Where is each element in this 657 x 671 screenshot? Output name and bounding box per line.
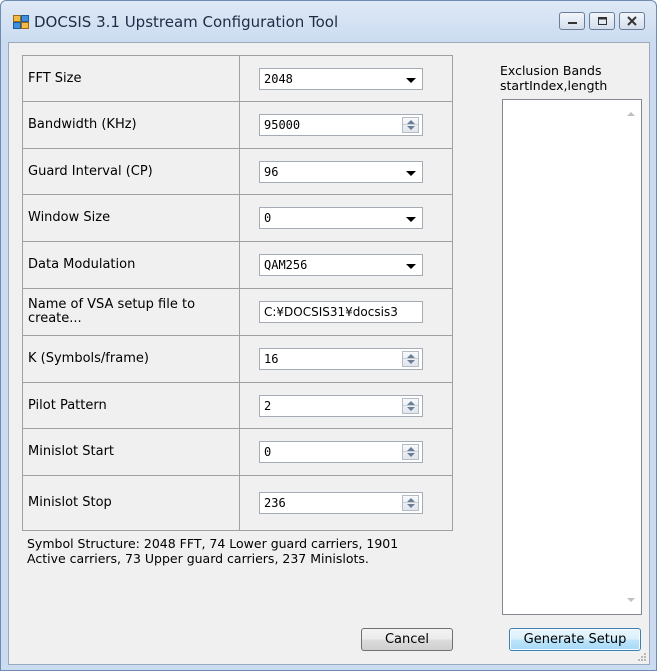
row-bandwidth: Bandwidth (KHz) 95000 [22, 101, 453, 149]
pilot-pattern-label: Pilot Pattern [22, 382, 240, 429]
minislot-start-spinner[interactable]: 0 [259, 441, 423, 463]
fft-size-dropdown[interactable]: 2048 [259, 67, 423, 90]
k-symbols-spinner[interactable]: 16 [259, 348, 423, 370]
minislot-stop-value: 236 [264, 496, 286, 510]
window-size-label: Window Size [22, 194, 240, 242]
row-minislot-start: Minislot Start 0 [22, 428, 453, 476]
generate-setup-button[interactable]: Generate Setup [509, 628, 641, 651]
row-data-modulation: Data Modulation QAM256 [22, 241, 453, 289]
vsa-file-value: C:¥DOCSIS31¥docsis3 [264, 305, 398, 319]
scroll-down-arrow-icon[interactable] [627, 598, 635, 602]
exclusion-bands-textarea[interactable] [502, 99, 642, 615]
spinner-arrows-icon[interactable] [402, 117, 419, 133]
minislot-stop-spinner[interactable]: 236 [259, 492, 423, 514]
title-bar[interactable]: DOCSIS 3.1 Upstream Configuration Tool [1, 1, 656, 41]
maximize-button[interactable] [589, 12, 615, 30]
spinner-arrows-icon[interactable] [402, 444, 419, 460]
dropdown-arrow-icon[interactable] [406, 264, 416, 269]
window-title: DOCSIS 3.1 Upstream Configuration Tool [34, 13, 339, 31]
row-k-symbols: K (Symbols/frame) 16 [22, 335, 453, 383]
summary-line-1: Symbol Structure: 2048 FFT, 74 Lower gua… [27, 536, 399, 551]
spinner-arrows-icon[interactable] [402, 397, 419, 414]
config-table: FFT Size 2048 Bandwidth (KHz) 95000 Guar… [22, 55, 453, 531]
data-modulation-label: Data Modulation [22, 241, 240, 289]
app-window-icon [13, 15, 29, 29]
resize-grip-icon[interactable] [637, 652, 647, 662]
close-button[interactable] [619, 12, 645, 30]
dropdown-arrow-icon[interactable] [406, 170, 416, 176]
scroll-up-arrow-icon[interactable] [627, 112, 635, 116]
dialog-body: FFT Size 2048 Bandwidth (KHz) 95000 Guar… [8, 42, 650, 665]
k-symbols-value: 16 [264, 352, 279, 366]
data-modulation-dropdown[interactable]: QAM256 [259, 254, 423, 276]
pilot-pattern-value: 2 [264, 398, 272, 413]
guard-interval-label: Guard Interval (CP) [22, 148, 240, 195]
close-icon [627, 16, 637, 26]
cancel-button[interactable]: Cancel [361, 628, 453, 651]
maximize-icon [598, 17, 607, 25]
guard-interval-value: 96 [264, 164, 279, 179]
window-size-dropdown[interactable]: 0 [259, 207, 423, 229]
row-fft-size: FFT Size 2048 [22, 55, 453, 102]
row-window-size: Window Size 0 [22, 194, 453, 242]
minimize-button[interactable] [559, 12, 585, 30]
spinner-arrows-icon[interactable] [402, 351, 419, 367]
dropdown-arrow-icon[interactable] [406, 217, 416, 222]
fft-size-label: FFT Size [22, 55, 240, 102]
symbol-structure-summary: Symbol Structure: 2048 FFT, 74 Lower gua… [27, 536, 447, 566]
exclusion-label-line-1: Exclusion Bands [500, 63, 602, 78]
row-guard-interval: Guard Interval (CP) 96 [22, 148, 453, 195]
minislot-start-value: 0 [264, 445, 272, 459]
bandwidth-value: 95000 [264, 118, 301, 132]
bandwidth-spinner[interactable]: 95000 [259, 114, 423, 136]
data-modulation-value: QAM256 [264, 258, 308, 272]
bandwidth-label: Bandwidth (KHz) [22, 101, 240, 149]
fft-size-value: 2048 [264, 71, 293, 86]
row-vsa-file: Name of VSA setup file to create... C:¥D… [22, 288, 453, 336]
minislot-stop-label: Minislot Stop [22, 475, 240, 531]
k-symbols-label: K (Symbols/frame) [22, 335, 240, 383]
exclusion-label-line-2: startIndex,length [500, 78, 608, 93]
window-size-value: 0 [264, 211, 272, 225]
vsa-file-label: Name of VSA setup file to create... [22, 288, 240, 336]
dropdown-arrow-icon[interactable] [406, 77, 416, 83]
vsa-file-input[interactable]: C:¥DOCSIS31¥docsis3 [259, 301, 423, 323]
guard-interval-dropdown[interactable]: 96 [259, 160, 423, 183]
main-window: DOCSIS 3.1 Upstream Configuration Tool F… [0, 0, 657, 671]
exclusion-bands-label: Exclusion Bands startIndex,length [500, 63, 607, 93]
row-minislot-stop: Minislot Stop 236 [22, 475, 453, 531]
row-pilot-pattern: Pilot Pattern 2 [22, 382, 453, 429]
summary-line-2: Active carriers, 73 Upper guard carriers… [27, 551, 369, 566]
minimize-icon [568, 22, 577, 24]
spinner-arrows-icon[interactable] [402, 495, 419, 511]
minislot-start-label: Minislot Start [22, 428, 240, 476]
pilot-pattern-spinner[interactable]: 2 [259, 394, 423, 417]
